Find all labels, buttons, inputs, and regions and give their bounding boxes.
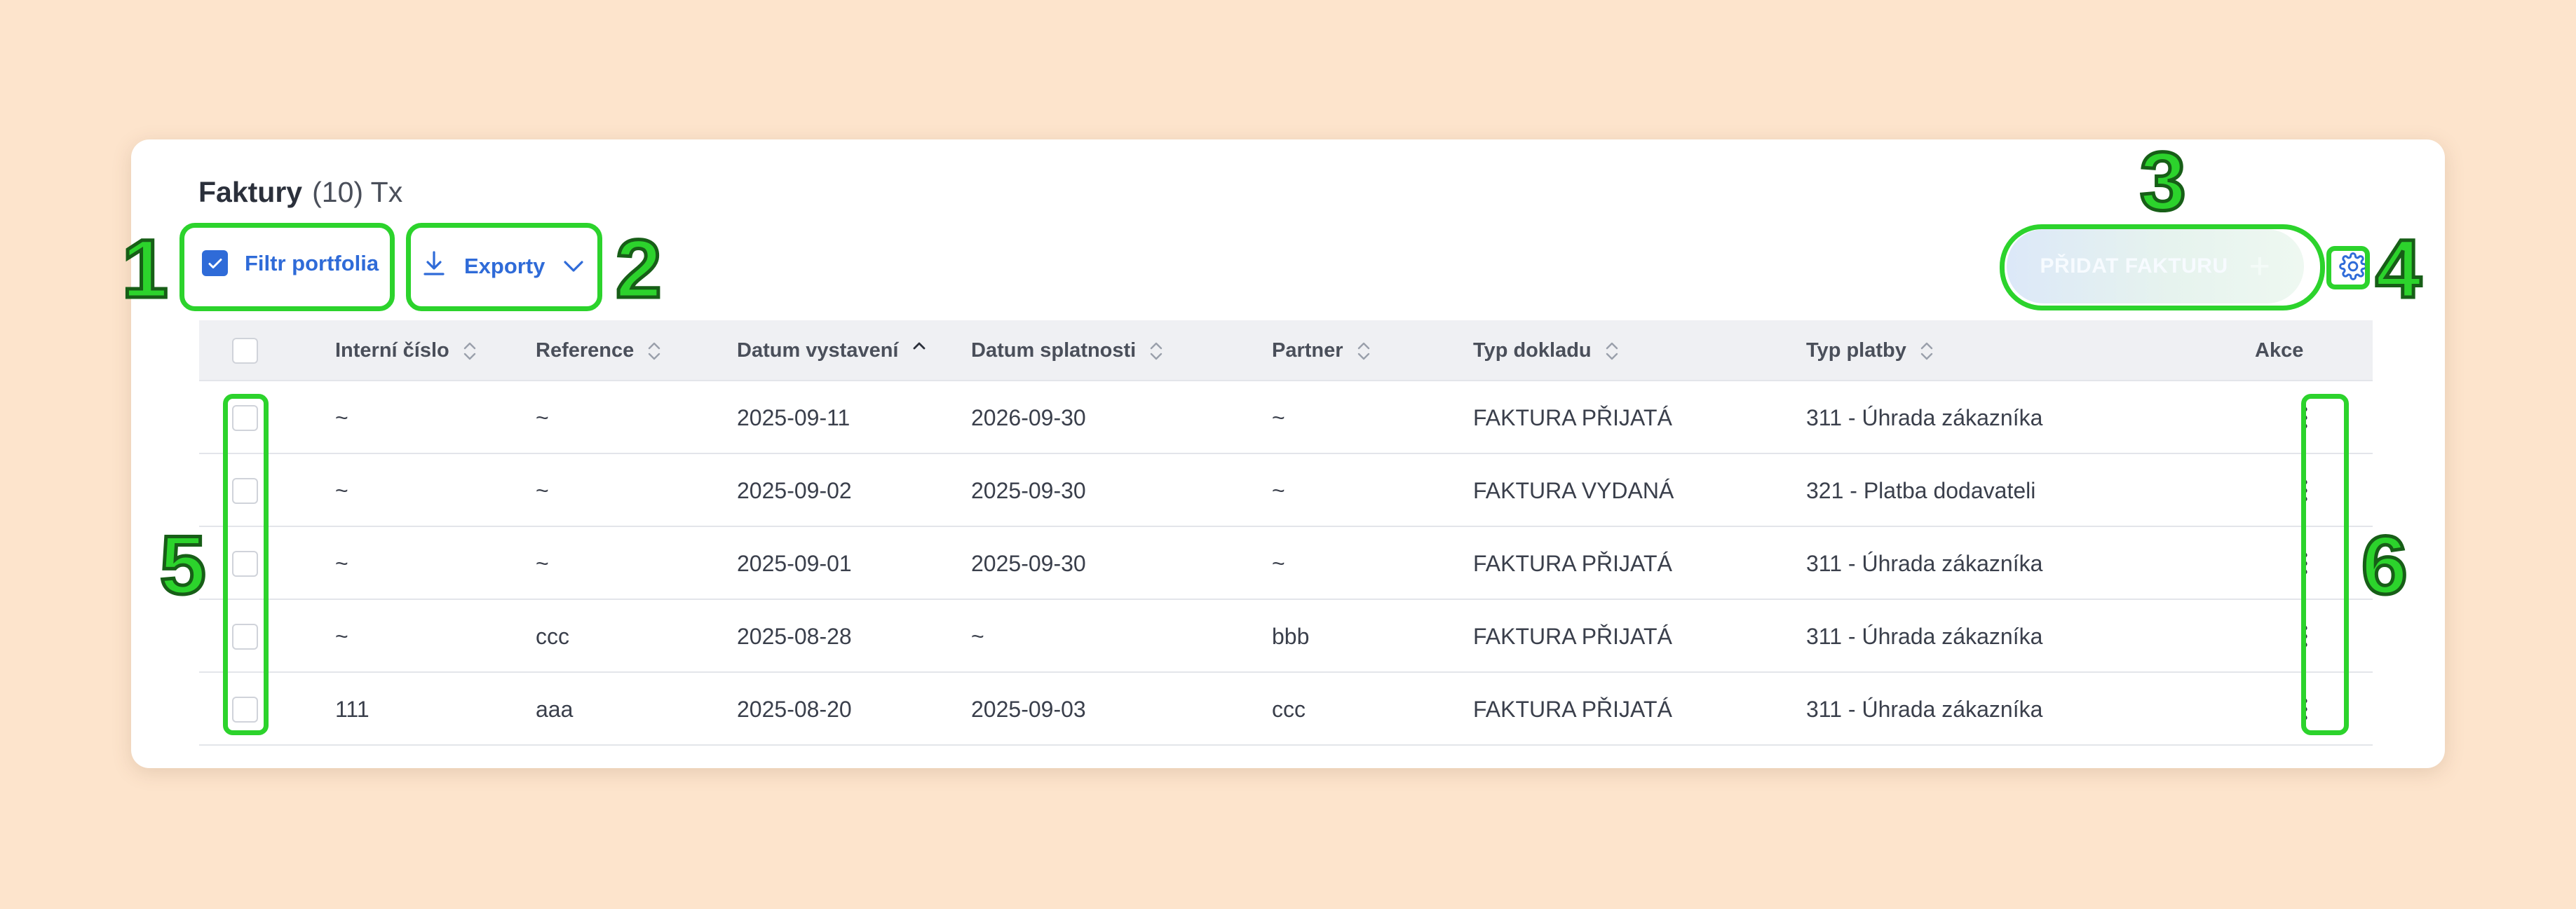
table-body: ~ ~2025-09-11 2026-09-30 ~ FAKTURA PŘIJATÁ 31… [199, 381, 2373, 746]
cell-issued: 2025-08-20 [737, 696, 852, 722]
cell-partner: ccc [1272, 696, 1306, 722]
cell-issued: 2025-09-01 [737, 550, 852, 576]
cell-partner: ~ [1272, 550, 1285, 576]
highlight-row-actions [2301, 394, 2349, 735]
table-row[interactable]: ~ ~2025-09-01 2025-09-30 ~ FAKTURA PŘIJATÁ 31… [199, 527, 2373, 600]
column-label: Typ platby [1806, 339, 1906, 362]
annotation-label: 1 [121, 223, 170, 315]
highlight-add-invoice [2000, 224, 2325, 310]
cell-due: 2025-09-30 [971, 477, 1086, 503]
column-header-issue-date[interactable]: Datum vystavení [737, 320, 927, 381]
highlight-export [406, 223, 602, 311]
cell-payment: 311 - Úhrada zákazníka [1806, 404, 2043, 430]
highlight-filter [179, 223, 395, 311]
column-label: Datum splatnosti [971, 339, 1137, 362]
cell-due: 2025-09-30 [971, 550, 1086, 576]
cell-internal: ~ [335, 550, 348, 576]
cell-reference: ccc [536, 623, 569, 649]
cell-partner: bbb [1272, 623, 1310, 649]
highlight-row-checkboxes [223, 394, 269, 735]
cell-reference: aaa [536, 696, 574, 722]
table-header: Interní číslo Reference Datum vystavení … [199, 320, 2373, 381]
cell-doc-type: FAKTURA PŘIJATÁ [1473, 550, 1672, 576]
sort-icon [646, 339, 662, 363]
column-header-actions: Akce [2255, 320, 2303, 381]
sort-icon [1356, 339, 1371, 363]
cell-internal: ~ [335, 477, 348, 503]
column-header-due-date[interactable]: Datum splatnosti [971, 320, 1164, 381]
column-header-partner[interactable]: Partner [1272, 320, 1371, 381]
cell-partner: ~ [1272, 477, 1285, 503]
annotation-label: 3 [2138, 135, 2188, 228]
cell-doc-type: FAKTURA PŘIJATÁ [1473, 696, 1672, 722]
column-label: Akce [2255, 339, 2304, 362]
column-label: Datum vystavení [737, 339, 899, 362]
cell-internal: 111 [335, 696, 370, 722]
cell-internal: ~ [335, 623, 348, 649]
sort-icon [1148, 339, 1164, 363]
table-row[interactable]: ~ ~2025-09-02 2025-09-30 ~ FAKTURA VYDANÁ 321… [199, 454, 2373, 527]
sort-icon [462, 339, 477, 363]
cell-payment: 311 - Úhrada zákazníka [1806, 623, 2043, 649]
cell-internal: ~ [335, 404, 348, 430]
column-label: Reference [536, 339, 635, 362]
cell-issued: 2025-08-28 [737, 623, 852, 649]
annotation-label: 2 [614, 223, 664, 315]
invoices-table: Interní číslo Reference Datum vystavení … [199, 320, 2373, 746]
record-count: (10) Tx [312, 176, 403, 208]
cell-reference: ~ [536, 477, 549, 503]
sort-ascending-icon [911, 339, 927, 363]
cell-reference: ~ [536, 404, 549, 430]
column-header-doc-type[interactable]: Typ dokladu [1473, 320, 1620, 381]
sort-icon [1919, 339, 1934, 363]
cell-issued: 2025-09-02 [737, 477, 852, 503]
cell-due: 2026-09-30 [971, 404, 1086, 430]
column-label: Partner [1272, 339, 1343, 362]
column-header-internal[interactable]: Interní číslo [335, 320, 477, 381]
cell-doc-type: FAKTURA PŘIJATÁ [1473, 404, 1672, 430]
cell-reference: ~ [536, 550, 549, 576]
column-label: Interní číslo [335, 339, 449, 362]
annotation-label: 6 [2360, 519, 2410, 612]
cell-doc-type: FAKTURA PŘIJATÁ [1473, 623, 1672, 649]
cell-payment: 311 - Úhrada zákazníka [1806, 696, 2043, 722]
highlight-settings [2326, 246, 2370, 289]
cell-partner: ~ [1272, 404, 1285, 430]
sort-icon [1604, 339, 1620, 363]
cell-payment: 321 - Platba dodavateli [1806, 477, 2036, 503]
annotation-label: 5 [158, 519, 208, 612]
select-all-cell [232, 320, 258, 381]
column-label: Typ dokladu [1473, 339, 1592, 362]
column-header-reference[interactable]: Reference [536, 320, 662, 381]
cell-payment: 311 - Úhrada zákazníka [1806, 550, 2043, 576]
cell-issued: 2025-09-11 [737, 404, 850, 430]
table-row[interactable]: 111 aaa 2025-08-20 2025-09-03 ccc FAKTURA PŘI… [199, 673, 2373, 746]
cell-due: ~ [971, 623, 984, 649]
column-header-payment-type[interactable]: Typ platby [1806, 320, 1934, 381]
annotation-label: 4 [2374, 223, 2424, 315]
table-row[interactable]: ~ ccc 2025-08-28 ~ bbb FAKTURA PŘIJATÁ 311 - Ú… [199, 600, 2373, 673]
page-header: Faktury (10) Tx [198, 176, 402, 209]
cell-due: 2025-09-03 [971, 696, 1086, 722]
select-all-checkbox[interactable] [232, 338, 258, 364]
page-title: Faktury [198, 176, 303, 208]
table-row[interactable]: ~ ~2025-09-11 2026-09-30 ~ FAKTURA PŘIJATÁ 31… [199, 381, 2373, 454]
cell-doc-type: FAKTURA VYDANÁ [1473, 477, 1674, 503]
